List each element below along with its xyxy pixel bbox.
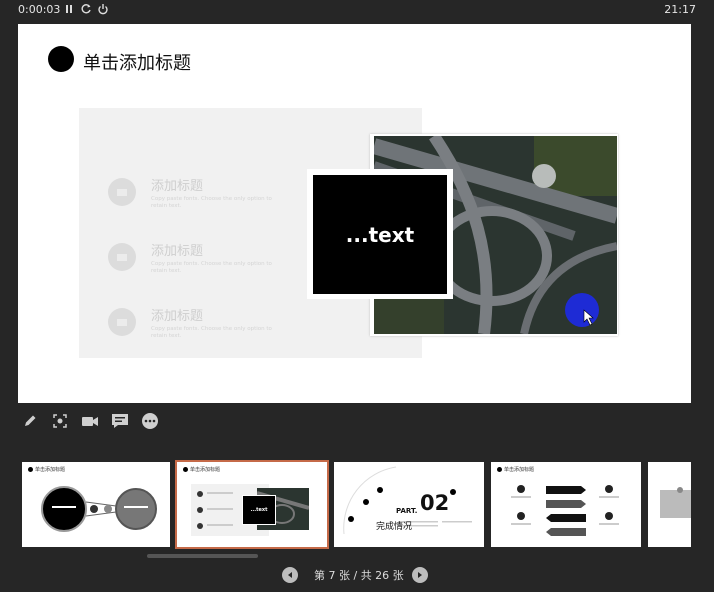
slide-thumbnail-partial[interactable] <box>648 462 691 547</box>
list-icon <box>108 178 136 206</box>
thumbnail-scrollbar[interactable] <box>147 554 258 558</box>
camera-icon[interactable] <box>79 410 101 432</box>
page-indicator: 第 7 张 / 共 26 张 <box>314 569 404 582</box>
thumb-dot <box>28 467 33 472</box>
thumb-part-label: PART. <box>396 507 418 515</box>
current-slide[interactable]: 单击添加标题 添加标题 Copy paste fonts. Choose the… <box>18 24 691 403</box>
power-icon[interactable] <box>96 2 110 16</box>
row-title: 添加标题 <box>151 309 204 324</box>
subtitle-icon[interactable] <box>109 410 131 432</box>
slide-thumbnail[interactable]: 单击添加标题 <box>491 462 641 547</box>
zoom-focus-icon[interactable] <box>49 410 71 432</box>
more-icon[interactable] <box>139 410 161 432</box>
text-box-label: ...text <box>345 222 415 247</box>
title-dot <box>48 46 74 72</box>
row-text: Copy paste fonts. Choose the only option… <box>151 196 272 209</box>
row-text: Copy paste fonts. Choose the only option… <box>151 326 272 339</box>
slide-thumbnail[interactable]: PART. 02 完成情况 <box>334 462 484 547</box>
restart-icon[interactable] <box>79 2 93 16</box>
thumb-title: 单击添加标题 <box>190 467 221 473</box>
list-icon <box>108 308 136 336</box>
thumb-title: 单击添加标题 <box>504 467 535 473</box>
slide-thumbnail[interactable]: 单击添加标题 <box>22 462 170 547</box>
thumb-dot <box>497 467 502 472</box>
row-title: 添加标题 <box>151 244 204 259</box>
row-title: 添加标题 <box>151 179 204 194</box>
list-item <box>108 178 136 206</box>
thumb-part-number: 02 <box>420 491 450 515</box>
previous-slide-button[interactable] <box>282 567 298 583</box>
elapsed-timer: 0:00:03 <box>18 3 61 16</box>
text-box: ...text <box>313 175 447 294</box>
thumb-title: 单击添加标题 <box>35 467 66 473</box>
thumb-subtitle: 完成情况 <box>376 522 413 532</box>
list-item <box>108 243 136 271</box>
thumb-text-box: ...text <box>242 495 276 525</box>
pause-icon[interactable] <box>62 2 76 16</box>
clock: 21:17 <box>664 3 696 16</box>
next-slide-button[interactable] <box>412 567 428 583</box>
thumb-box-text: ...text <box>250 507 268 513</box>
list-item <box>108 308 136 336</box>
list-icon <box>108 243 136 271</box>
slide-thumbnail-selected[interactable]: 单击添加标题 ...text <box>175 460 329 549</box>
row-text: Copy paste fonts. Choose the only option… <box>151 261 272 274</box>
slide-title: 单击添加标题 <box>83 53 191 74</box>
thumb-dot <box>183 467 188 472</box>
pen-icon[interactable] <box>19 410 41 432</box>
